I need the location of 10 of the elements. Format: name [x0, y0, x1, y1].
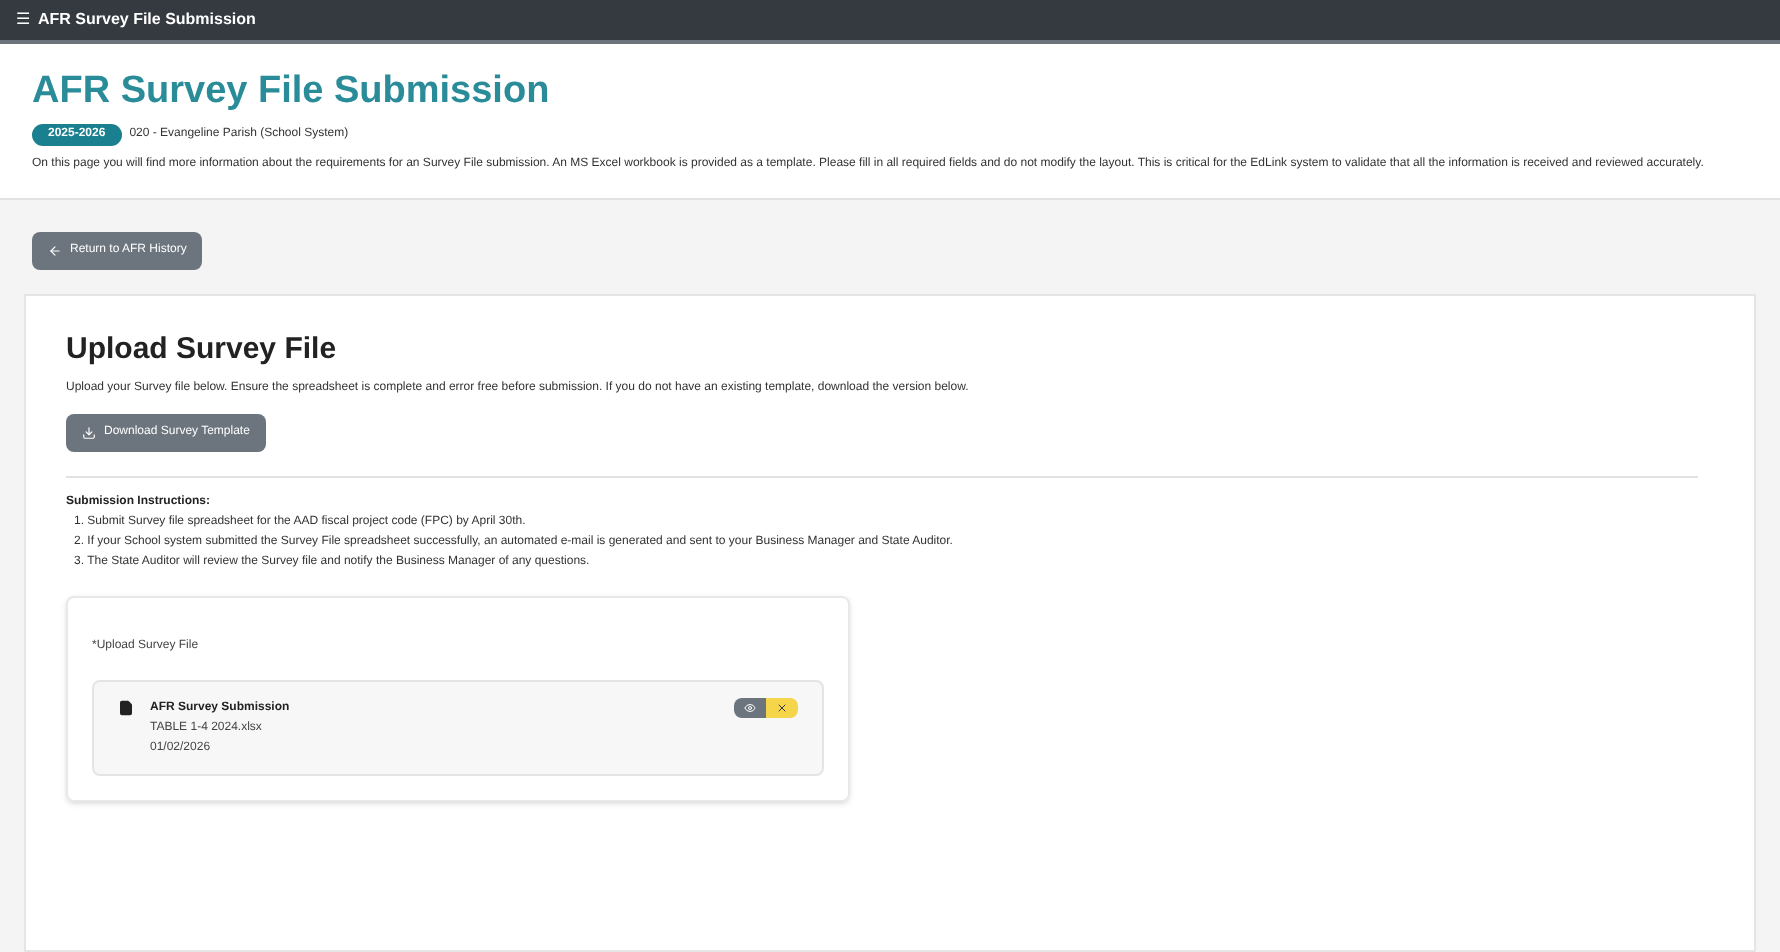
view-button[interactable] [734, 698, 766, 719]
menu-icon[interactable]: ☰ [16, 8, 30, 32]
arrow-left-icon [48, 243, 62, 258]
section-title: Upload Survey File [66, 329, 339, 370]
file-icon [118, 700, 134, 717]
download-icon [82, 426, 96, 441]
eye-icon [744, 702, 756, 715]
app-title: AFR Survey File Submission [38, 8, 256, 32]
page-title: AFR Survey File Submission [32, 68, 552, 116]
close-icon [776, 702, 788, 715]
